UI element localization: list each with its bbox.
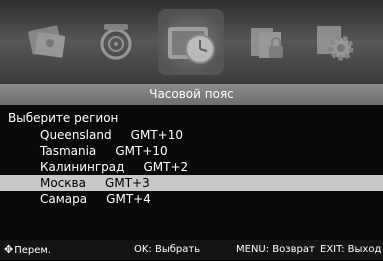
list-item-kaliningrad[interactable]: Калининград GMT+2	[0, 159, 383, 175]
list-item-label: Queensland GMT+10	[40, 128, 183, 142]
lock-icon[interactable]	[241, 16, 293, 68]
dpad-icon: ✥	[4, 243, 14, 256]
button-hint-bar: ✥Перем. OK: Выбрать MENU: Возврат EXIT: …	[0, 240, 383, 260]
time-icon[interactable]	[158, 9, 225, 75]
list-item-label: Самара GMT+4	[40, 192, 151, 206]
list-item-queensland[interactable]: Queensland GMT+10	[0, 127, 383, 143]
menu-icon-strip	[0, 0, 383, 84]
picture-icon[interactable]	[22, 16, 74, 68]
list-item-tasmania[interactable]: Tasmania GMT+10	[0, 143, 383, 159]
settings-gear-icon[interactable]	[309, 16, 361, 68]
list-item-samara[interactable]: Самара GMT+4	[0, 191, 383, 207]
menu-hint: MENU: Возврат	[236, 244, 315, 255]
sound-icon[interactable]	[90, 16, 142, 68]
page-title: Часовой пояс	[0, 84, 383, 105]
list-item-label: Калининград GMT+2	[40, 160, 189, 174]
list-item-moscow[interactable]: Москва GMT+3	[0, 175, 383, 191]
ok-hint: OK: Выбрать	[134, 244, 201, 255]
list-item-label: Tasmania GMT+10	[40, 144, 168, 158]
move-hint-label: Перем.	[14, 245, 52, 256]
list-item-label: Москва GMT+3	[40, 176, 150, 190]
exit-hint: EXIT: Выход	[320, 244, 382, 255]
move-hint: ✥Перем.	[4, 240, 51, 261]
region-heading: Выберите регион	[8, 111, 119, 125]
timezone-panel: Выберите регион Queensland GMT+10 Tasman…	[0, 105, 383, 240]
